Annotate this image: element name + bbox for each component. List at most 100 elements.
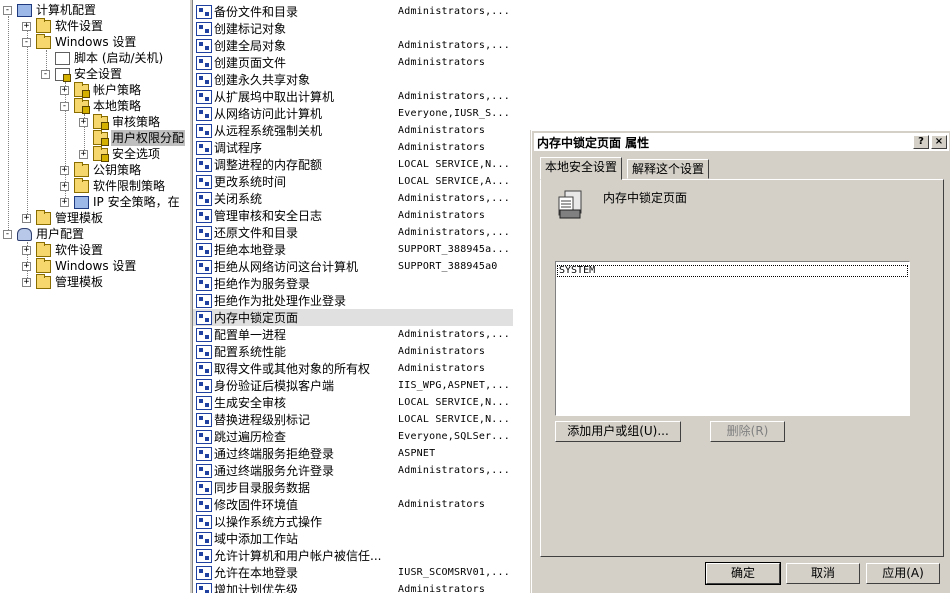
folder-icon (74, 177, 89, 193)
policy-setting: Administrators,... (398, 91, 510, 102)
policy-setting: LOCAL SERVICE,A... (398, 176, 510, 187)
policy-row[interactable]: 取得文件或其他对象的所有权 Administrators (193, 360, 513, 377)
console-tree[interactable]: - 计算机配置 + 软件设置 - Windows 设置 脚本 (启动/关机) -… (0, 0, 189, 593)
tree-node-scripts[interactable]: 脚本 (启动/关机) (41, 50, 164, 66)
cancel-button[interactable]: 取消 (786, 563, 860, 584)
close-button[interactable]: × (931, 135, 947, 149)
add-user-or-group-button[interactable]: 添加用户或组(U)... (555, 421, 681, 442)
policy-row[interactable]: 拒绝从网络访问这台计算机 SUPPORT_388945a0 (193, 258, 513, 275)
policy-row[interactable]: 拒绝作为服务登录 (193, 275, 513, 292)
policy-row[interactable]: 内存中锁定页面 (193, 309, 513, 326)
collapse-icon[interactable]: - (60, 101, 69, 111)
remove-button[interactable]: 删除(R) (710, 421, 785, 442)
user-list-item[interactable]: SYSTEM (557, 265, 908, 277)
policy-name: 创建永久共享对象 (214, 73, 311, 87)
collapse-icon[interactable]: - (3, 229, 12, 239)
expand-icon[interactable]: + (22, 213, 31, 223)
policy-row[interactable]: 从远程系统强制关机 Administrators (193, 122, 513, 139)
help-button[interactable]: ? (913, 135, 929, 149)
tree-node-computer-config[interactable]: - 计算机配置 (3, 2, 97, 18)
tree-node-public-key[interactable]: + 公钥策略 (60, 161, 142, 178)
policy-row[interactable]: 修改固件环境值 Administrators (193, 496, 513, 513)
expand-icon[interactable]: + (60, 85, 69, 95)
tree-node-label: Windows 设置 (55, 35, 137, 49)
tab-explain-setting[interactable]: 解释这个设置 (627, 159, 710, 179)
collapse-icon[interactable]: - (22, 37, 31, 47)
collapse-icon[interactable]: - (3, 5, 12, 15)
tree-node-user-software-settings[interactable]: + 软件设置 (22, 241, 104, 258)
expand-icon[interactable]: + (22, 261, 31, 271)
policy-row[interactable]: 创建永久共享对象 (193, 71, 513, 88)
tree-node-user-rights[interactable]: 用户权限分配 (79, 129, 186, 146)
expand-icon[interactable]: + (79, 117, 88, 127)
policy-row[interactable]: 从网络访问此计算机 Everyone,IUSR_S... (193, 105, 513, 122)
policy-row[interactable]: 调整进程的内存配额 LOCAL SERVICE,N... (193, 156, 513, 173)
tree-node-user-windows-settings[interactable]: + Windows 设置 (22, 257, 137, 274)
policy-row[interactable]: 增加计划优先级 Administrators (193, 581, 513, 593)
ok-button[interactable]: 确定 (705, 562, 781, 585)
tree-node-software-settings[interactable]: + 软件设置 (22, 17, 104, 34)
tree-node-label: Windows 设置 (55, 259, 137, 273)
policy-row[interactable]: 配置系统性能 Administrators (193, 343, 513, 360)
tab-local-security-setting[interactable]: 本地安全设置 (540, 157, 623, 180)
policy-row[interactable]: 拒绝本地登录 SUPPORT_388945a... (193, 241, 513, 258)
expand-icon[interactable]: + (22, 245, 31, 255)
folder-icon (74, 161, 89, 177)
policy-icon (196, 21, 212, 36)
policy-row[interactable]: 管理审核和安全日志 Administrators (193, 207, 513, 224)
expand-icon[interactable]: + (60, 165, 69, 175)
tree-node-security-options[interactable]: + 安全选项 (79, 145, 161, 162)
policy-row[interactable]: 通过终端服务拒绝登录 ASPNET (193, 445, 513, 462)
policy-icon (196, 531, 212, 546)
tree-node-audit-policy[interactable]: + 审核策略 (79, 113, 161, 130)
policy-name: 创建页面文件 (214, 56, 287, 70)
expand-icon[interactable]: + (60, 181, 69, 191)
dialog-title-bar[interactable]: 内存中锁定页面 属性 ? × (534, 133, 949, 151)
policy-setting: SUPPORT_388945a... (398, 244, 510, 255)
policy-row[interactable]: 允许在本地登录 IUSR_SCOMSRV01,... (193, 564, 513, 581)
expand-icon[interactable]: + (22, 277, 31, 287)
expand-icon[interactable]: + (22, 21, 31, 31)
policy-icon (196, 72, 212, 87)
policy-row[interactable]: 创建页面文件 Administrators (193, 54, 513, 71)
policy-row[interactable]: 创建标记对象 (193, 20, 513, 37)
policy-row[interactable]: 创建全局对象 Administrators,... (193, 37, 513, 54)
policy-row[interactable]: 生成安全审核 LOCAL SERVICE,N... (193, 394, 513, 411)
expand-icon[interactable]: + (60, 197, 69, 207)
policy-row[interactable]: 域中添加工作站 (193, 530, 513, 547)
policy-row[interactable]: 备份文件和目录 Administrators,... (193, 3, 513, 20)
policy-row[interactable]: 跳过遍历检查 Everyone,SQLSer... (193, 428, 513, 445)
policy-row[interactable]: 允许计算机和用户帐户被信任... (193, 547, 513, 564)
policy-icon (196, 140, 212, 155)
collapse-icon[interactable]: - (41, 69, 50, 79)
tree-node-ip-security[interactable]: + IP 安全策略，在 (60, 194, 181, 210)
tree-node-windows-settings[interactable]: - Windows 设置 (22, 33, 137, 50)
policy-icon (558, 190, 582, 219)
policy-row[interactable]: 配置单一进程 Administrators,... (193, 326, 513, 343)
policy-name: 取得文件或其他对象的所有权 (214, 362, 371, 376)
user-list[interactable]: SYSTEM (555, 261, 910, 416)
policy-name: 调整进程的内存配额 (214, 158, 323, 172)
policy-row[interactable]: 从扩展坞中取出计算机 Administrators,... (193, 88, 513, 105)
expand-icon[interactable]: + (79, 149, 88, 159)
tree-node-label: 帐户策略 (93, 83, 142, 97)
tree-node-account-policies[interactable]: + 帐户策略 (60, 81, 142, 98)
policy-row[interactable]: 身份验证后模拟客户端 IIS_WPG,ASPNET,... (193, 377, 513, 394)
policy-row[interactable]: 通过终端服务允许登录 Administrators,... (193, 462, 513, 479)
policy-row[interactable]: 调试程序 Administrators (193, 139, 513, 156)
apply-button[interactable]: 应用(A) (866, 563, 940, 584)
policy-row[interactable]: 以操作系统方式操作 (193, 513, 513, 530)
policy-row[interactable]: 还原文件和目录 Administrators,... (193, 224, 513, 241)
tree-node-admin-templates[interactable]: + 管理模板 (22, 209, 104, 226)
tree-node-label: IP 安全策略，在 (93, 195, 180, 209)
tree-node-user-config[interactable]: - 用户配置 (3, 226, 85, 242)
policy-row[interactable]: 拒绝作为批处理作业登录 (193, 292, 513, 309)
policy-row[interactable]: 关闭系统 Administrators,... (193, 190, 513, 207)
policy-row[interactable]: 替换进程级别标记 LOCAL SERVICE,N... (193, 411, 513, 428)
tree-node-security-settings[interactable]: - 安全设置 (41, 66, 123, 82)
tree-node-local-policies[interactable]: - 本地策略 (60, 97, 142, 114)
tree-node-user-admin-templates[interactable]: + 管理模板 (22, 273, 104, 290)
policy-row[interactable]: 同步目录服务数据 (193, 479, 513, 496)
policy-row[interactable]: 更改系统时间 LOCAL SERVICE,A... (193, 173, 513, 190)
tree-node-software-restriction[interactable]: + 软件限制策略 (60, 177, 166, 194)
